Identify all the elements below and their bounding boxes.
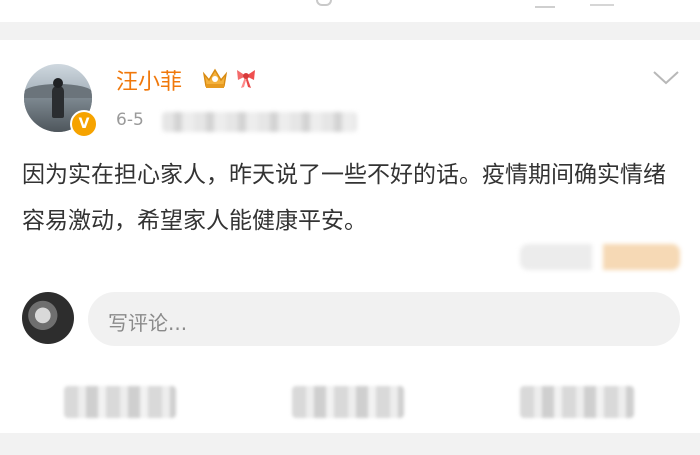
feed-gap — [0, 433, 700, 455]
post-card: V 汪小菲 6-5 因为实在担心家人，昨天说了一些不好的话。疫情期间确实情绪容易… — [0, 40, 700, 433]
previous-post-actions — [0, 0, 700, 22]
avatar-head — [53, 78, 63, 88]
repost-action-blurred[interactable] — [64, 386, 176, 418]
weibo-feed: V 汪小菲 6-5 因为实在担心家人，昨天说了一些不好的话。疫情期间确实情绪容易… — [0, 0, 700, 455]
post-stats-blurred — [520, 244, 680, 270]
comment-input[interactable]: 写评论... — [88, 292, 680, 346]
like-action-blurred[interactable] — [520, 386, 634, 418]
comment-placeholder: 写评论... — [108, 311, 188, 335]
like-icon[interactable] — [535, 0, 555, 8]
chevron-down-icon[interactable] — [652, 70, 680, 86]
comment-action-blurred[interactable] — [292, 386, 404, 418]
bow-icon — [237, 70, 255, 88]
verified-badge-icon: V — [70, 110, 98, 138]
post-text: 因为实在担心家人，昨天说了一些不好的话。疫情期间确实情绪容易激动，希望家人能健康… — [22, 162, 666, 234]
post-date: 6-5 — [116, 110, 144, 130]
user-avatar[interactable] — [22, 292, 74, 344]
post-source-blurred — [162, 112, 357, 132]
crown-icon — [202, 68, 228, 88]
share-icon[interactable] — [590, 0, 614, 6]
comment-icon[interactable] — [316, 0, 332, 6]
author-name[interactable]: 汪小菲 — [116, 64, 182, 96]
avatar-person — [52, 86, 64, 118]
